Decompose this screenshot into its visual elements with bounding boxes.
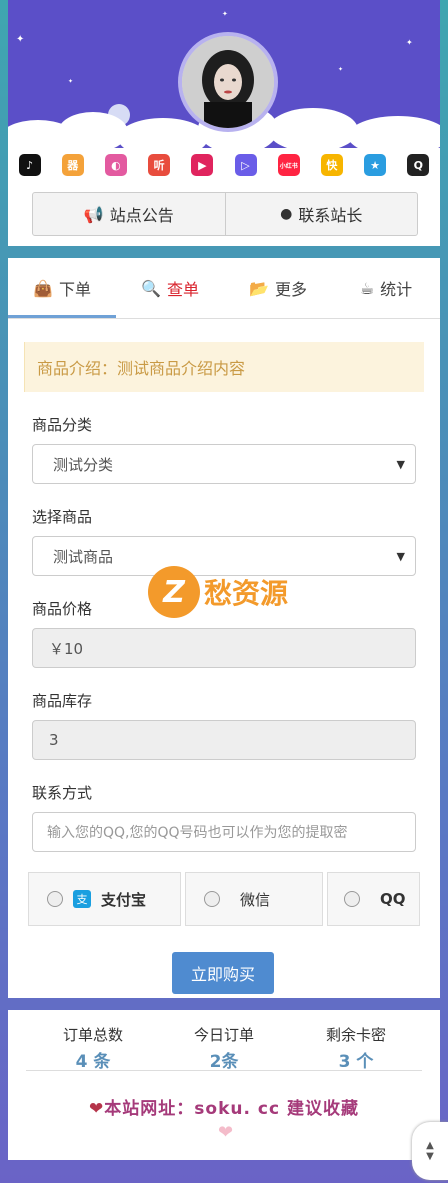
radio-qq[interactable] bbox=[344, 891, 360, 907]
divider bbox=[26, 1070, 422, 1071]
qq-penguin-icon: ● bbox=[280, 206, 293, 222]
site-url-label: 本站网址：soku. cc 建议收藏 bbox=[104, 1099, 359, 1119]
product-value: 测试商品 bbox=[53, 547, 114, 566]
product-label: 选择商品 bbox=[32, 508, 93, 526]
star-icon: ✦ bbox=[222, 10, 228, 18]
qq-icon[interactable]: Q bbox=[407, 154, 430, 176]
chevron-down-icon: ▼ bbox=[396, 457, 405, 471]
radio-wechat[interactable] bbox=[204, 891, 220, 907]
radio-alipay[interactable] bbox=[47, 891, 63, 907]
pay-option-alipay[interactable]: 支 支付宝 bbox=[28, 872, 181, 926]
contact-label: 联系方式 bbox=[32, 784, 93, 802]
contact-admin-button[interactable]: ● 联系站长 bbox=[224, 193, 418, 235]
contact-input[interactable]: 输入您的QQ,您的QQ号码也可以作为您的提取密 bbox=[32, 812, 416, 852]
pay-option-qq[interactable]: QQ bbox=[327, 872, 420, 926]
price-label: 商品价格 bbox=[32, 600, 93, 618]
star-icon: ✦ bbox=[16, 34, 25, 45]
active-tab-indicator bbox=[8, 315, 116, 318]
alipay-icon: 支 bbox=[73, 890, 91, 908]
bullhorn-icon: 📢 bbox=[83, 204, 104, 224]
site-url-text: ❤本站网址：soku. cc 建议收藏 bbox=[8, 1094, 440, 1119]
tab-bar: 👜 下单 🔍 查单 📂 更多 ☕ 统计 bbox=[8, 258, 440, 319]
stock-label: 商品库存 bbox=[32, 692, 93, 710]
heart-icon: ❤ bbox=[218, 1122, 234, 1143]
announcement-label: 站点公告 bbox=[109, 206, 174, 225]
product-notice: 商品介绍：测试商品介绍内容 bbox=[24, 342, 424, 392]
announcement-button[interactable]: 📢 站点公告 bbox=[33, 193, 225, 235]
buy-now-button[interactable]: 立即购买 bbox=[172, 952, 274, 994]
pay-label: QQ bbox=[380, 890, 406, 908]
page: { "header": { "announce_label": "站点公告", … bbox=[0, 0, 448, 1183]
contact-admin-label: 联系站长 bbox=[298, 206, 363, 225]
tab-query[interactable]: 🔍 查单 bbox=[116, 258, 224, 318]
star-icon[interactable]: ★ bbox=[364, 154, 387, 176]
stat-value: 2条 bbox=[209, 1052, 239, 1072]
stats-card: 订单总数 4 条 今日订单 2条 剩余卡密 3 个 ❤本站网址：soku. cc… bbox=[8, 1010, 440, 1160]
coffee-icon: ☕ bbox=[359, 278, 375, 298]
app-icons-row: ♪ 器 ◐ 听 ▶ ▷ 小红书快 ★ Q bbox=[8, 150, 440, 180]
xiaohongshu-icon[interactable]: 小红书 bbox=[277, 154, 300, 176]
tab-label: 查单 bbox=[166, 280, 199, 299]
pay-option-wechat[interactable]: 微信 bbox=[185, 872, 323, 926]
stat-today-orders: 今日订单 2条 bbox=[159, 1024, 289, 1072]
stat-value: 4 条 bbox=[75, 1052, 111, 1072]
ting-icon[interactable]: 听 bbox=[148, 154, 171, 176]
pay-label: 支付宝 bbox=[101, 890, 147, 909]
app2-icon[interactable]: 器 bbox=[61, 154, 84, 176]
star-icon: ✦ bbox=[68, 78, 74, 85]
header-banner: ✦ ✦ ✦ ✦ ✦ bbox=[8, 0, 440, 148]
tab-more[interactable]: 📂 更多 bbox=[224, 258, 332, 318]
tab-stats[interactable]: ☕ 统计 bbox=[332, 258, 440, 318]
tab-label: 更多 bbox=[274, 280, 307, 299]
video-icon[interactable]: ▶ bbox=[191, 154, 214, 176]
watermark: Z 愁资源 bbox=[148, 566, 288, 618]
search-icon: 🔍 bbox=[141, 278, 161, 298]
stat-total-orders: 订单总数 4 条 bbox=[28, 1024, 158, 1072]
header-card: ✦ ✦ ✦ ✦ ✦ ♪ 器 ◐ 听 ▶ ▷ 小红书快 ★ Q 📢 站点公告 ● … bbox=[8, 0, 440, 246]
tab-order[interactable]: 👜 下单 bbox=[8, 258, 116, 318]
douyin-icon[interactable]: ♪ bbox=[18, 154, 41, 176]
chevron-down-icon[interactable]: ▼ bbox=[426, 1151, 434, 1162]
tab-label: 统计 bbox=[380, 280, 413, 299]
pay-label: 微信 bbox=[240, 890, 271, 909]
watermark-logo-icon: Z bbox=[148, 566, 200, 618]
category-label: 商品分类 bbox=[32, 416, 93, 434]
chevron-up-icon[interactable]: ▲ bbox=[426, 1140, 434, 1151]
stat-title: 今日订单 bbox=[193, 1026, 254, 1044]
stat-value: 3 个 bbox=[338, 1052, 374, 1072]
stat-title: 订单总数 bbox=[62, 1026, 123, 1044]
star-icon: ✦ bbox=[406, 38, 413, 47]
stat-remaining-keys: 剩余卡密 3 个 bbox=[291, 1024, 421, 1072]
stat-title: 剩余卡密 bbox=[325, 1026, 386, 1044]
order-card: 👜 下单 🔍 查单 📂 更多 ☕ 统计 商品介绍：测试商品介绍内容 商品分类 测… bbox=[8, 258, 440, 998]
bilibili-icon[interactable]: ▷ bbox=[234, 154, 257, 176]
category-select[interactable]: 测试分类 ▼ bbox=[32, 444, 416, 484]
stock-field: 3 bbox=[32, 720, 416, 760]
chevron-down-icon: ▼ bbox=[396, 549, 405, 563]
scroll-control[interactable]: ▲ ▼ bbox=[412, 1122, 448, 1180]
folder-open-icon: 📂 bbox=[249, 278, 269, 298]
category-value: 测试分类 bbox=[53, 455, 114, 474]
heart-icon: ❤ bbox=[89, 1099, 105, 1119]
app8-icon[interactable]: 快 bbox=[320, 154, 343, 176]
star-icon: ✦ bbox=[338, 66, 344, 73]
header-buttons: 📢 站点公告 ● 联系站长 bbox=[32, 192, 418, 236]
shopping-bag-icon: 👜 bbox=[33, 278, 53, 298]
app3-icon[interactable]: ◐ bbox=[104, 154, 127, 176]
avatar[interactable] bbox=[178, 32, 278, 132]
tab-label: 下单 bbox=[58, 280, 91, 299]
avatar-portrait bbox=[182, 36, 274, 128]
price-field: ￥10 bbox=[32, 628, 416, 668]
watermark-text: 愁资源 bbox=[204, 577, 289, 610]
